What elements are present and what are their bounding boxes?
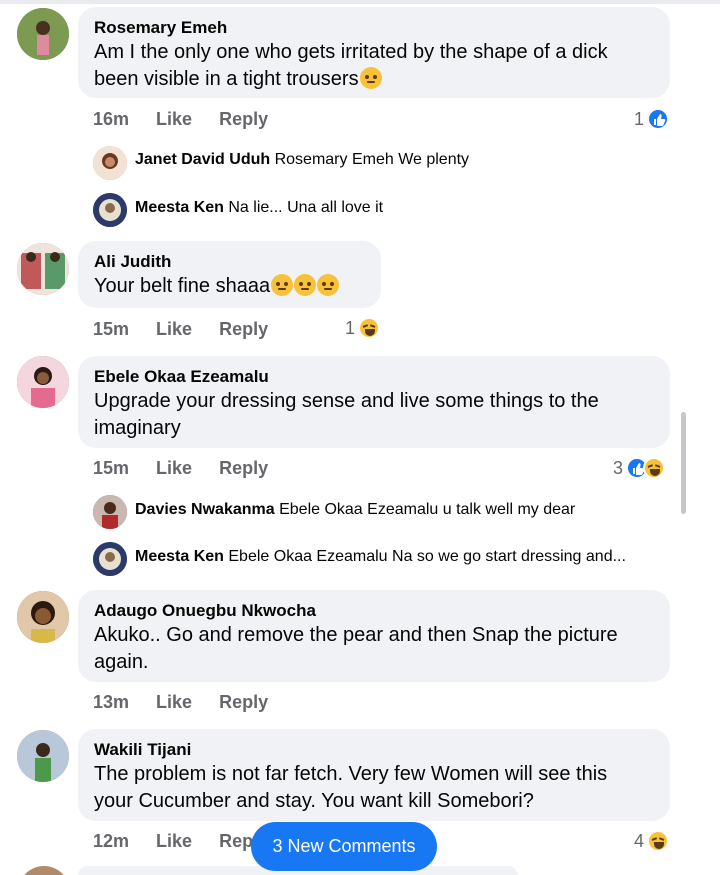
reply-author[interactable]: Janet David Uduh <box>135 151 270 168</box>
comment-author[interactable]: Wakili Tijani <box>94 739 654 761</box>
comment-actions: 16m Like Reply <box>93 109 290 130</box>
like-icon <box>647 108 670 130</box>
reply-button[interactable]: Reply <box>219 109 268 130</box>
comment-time[interactable]: 15m <box>93 458 129 479</box>
reply-button[interactable]: Reply <box>219 458 268 479</box>
like-button[interactable]: Like <box>156 319 192 340</box>
like-button[interactable]: Like <box>156 692 192 713</box>
reply-author[interactable]: Meesta Ken <box>135 199 224 216</box>
avatar[interactable] <box>93 542 127 576</box>
reaction-count: 4 <box>634 830 645 851</box>
like-button[interactable]: Like <box>156 831 192 852</box>
comment-time[interactable]: 13m <box>93 692 129 713</box>
comment-author[interactable]: Adaugo Onuegbu Nkwocha <box>94 600 654 622</box>
reply-button[interactable]: Rep <box>219 831 253 852</box>
comment-time[interactable]: 16m <box>93 109 129 130</box>
top-divider <box>0 0 720 4</box>
rolling-eyes-emoji-icon <box>271 274 294 296</box>
reply-text: Ebele Okaa Ezeamalu u talk well my dear <box>279 501 576 518</box>
comment-author[interactable]: Ebele Okaa Ezeamalu <box>94 366 654 388</box>
avatar[interactable] <box>18 866 70 875</box>
reply-button[interactable]: Reply <box>219 319 268 340</box>
avatar[interactable] <box>93 495 127 529</box>
comment-bubble: Ali Judith Your belt fine shaaa <box>78 241 381 308</box>
avatar[interactable] <box>17 591 69 643</box>
reaction-summary[interactable]: 3 <box>613 457 666 479</box>
comment-bubble: Ebele Okaa Ezeamalu Upgrade your dressin… <box>78 356 670 448</box>
haha-icon <box>647 830 670 852</box>
comment-text: Akuko.. Go and remove the pear and then … <box>94 624 618 673</box>
comment-time[interactable]: 15m <box>93 319 129 340</box>
like-button[interactable]: Like <box>156 458 192 479</box>
comment-bubble: Rosemary Emeh Am I the only one who gets… <box>78 7 670 98</box>
comment-actions: 12m Like Rep <box>93 831 275 852</box>
comment-actions: 15m Like Reply <box>93 319 290 340</box>
comment-author[interactable]: Rosemary Emeh <box>94 17 654 39</box>
reply-author[interactable]: Davies Nwakanma <box>135 501 275 518</box>
reaction-count: 1 <box>345 317 356 338</box>
like-button[interactable]: Like <box>156 109 192 130</box>
reply-text: Ebele Okaa Ezeamalu Na so we go start dr… <box>228 548 626 565</box>
comment-text: Upgrade your dressing sense and live som… <box>94 390 599 439</box>
comment-text: Your belt fine shaaa <box>94 273 365 300</box>
reaction-summary[interactable]: 1 <box>634 108 670 130</box>
avatar[interactable] <box>93 146 127 180</box>
reaction-count: 1 <box>634 108 645 129</box>
reply-author[interactable]: Meesta Ken <box>135 548 224 565</box>
comment-actions: 15m Like Reply <box>93 458 290 479</box>
reaction-summary[interactable]: 4 <box>634 830 670 852</box>
reply-item: Janet David Uduh Rosemary Emeh We plenty <box>135 151 469 169</box>
new-comments-button[interactable]: 3 New Comments <box>251 822 437 871</box>
reply-item: Meesta Ken Ebele Okaa Ezeamalu Na so we … <box>135 548 626 566</box>
avatar[interactable] <box>17 356 69 408</box>
comment-bubble: Wakili Tijani The problem is not far fet… <box>78 729 670 821</box>
avatar[interactable] <box>17 8 69 60</box>
rolling-eyes-emoji-icon <box>317 274 340 296</box>
reaction-count: 3 <box>613 457 624 478</box>
reply-button[interactable]: Reply <box>219 692 268 713</box>
haha-icon <box>358 317 381 339</box>
comment-text: The problem is not far fetch. Very few W… <box>94 763 608 812</box>
comment-time[interactable]: 12m <box>93 831 129 852</box>
reaction-summary[interactable]: 1 <box>345 317 381 339</box>
comment-author[interactable]: Ali Judith <box>94 251 365 273</box>
haha-icon <box>643 457 666 479</box>
smirk-emoji-icon <box>359 67 382 89</box>
reply-item: Davies Nwakanma Ebele Okaa Ezeamalu u ta… <box>135 501 575 519</box>
avatar[interactable] <box>17 243 69 295</box>
rolling-eyes-emoji-icon <box>294 274 317 296</box>
avatar[interactable] <box>17 730 69 782</box>
comment-text: Am I the only one who gets irritated by … <box>94 41 608 90</box>
comment-bubble: Adaugo Onuegbu Nkwocha Akuko.. Go and re… <box>78 590 670 682</box>
scrollbar[interactable] <box>681 412 686 514</box>
reply-item: Meesta Ken Na lie... Una all love it <box>135 199 383 217</box>
comment-actions: 13m Like Reply <box>93 692 290 713</box>
avatar[interactable] <box>93 193 127 227</box>
reply-text: Na lie... Una all love it <box>228 199 384 216</box>
reply-text: Rosemary Emeh We plenty <box>274 151 470 168</box>
